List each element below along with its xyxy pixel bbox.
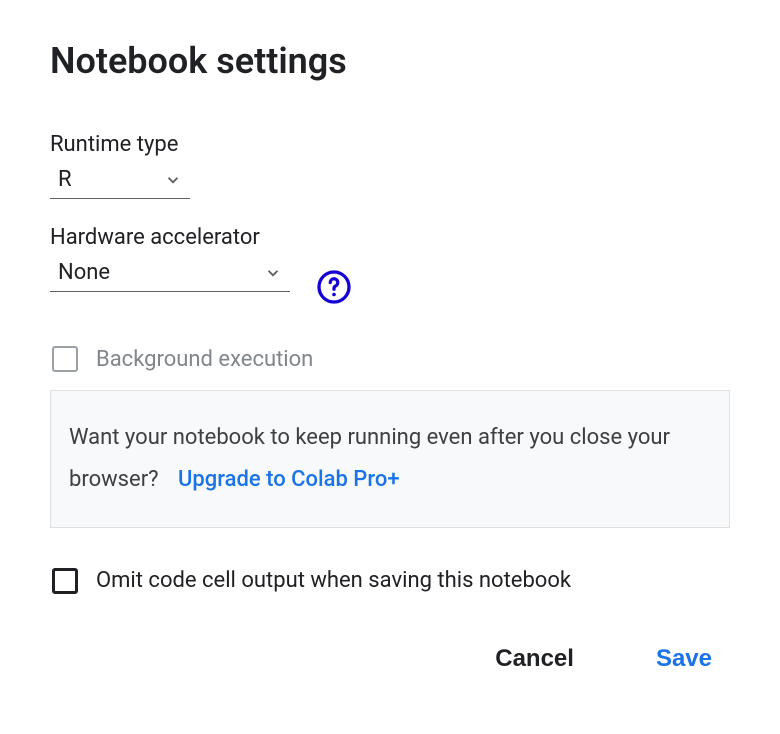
background-execution-row: Background execution <box>52 346 730 372</box>
runtime-type-label: Runtime type <box>50 132 730 157</box>
upsell-box: Want your notebook to keep running even … <box>50 390 730 528</box>
background-execution-checkbox[interactable] <box>52 346 78 372</box>
hardware-accelerator-value: None <box>58 260 110 285</box>
chevron-down-icon <box>264 264 282 282</box>
cancel-button[interactable]: Cancel <box>489 644 580 674</box>
omit-output-checkbox[interactable] <box>52 568 78 594</box>
background-execution-label: Background execution <box>96 347 313 372</box>
runtime-type-value: R <box>58 167 72 192</box>
hardware-accelerator-select[interactable]: None <box>50 256 290 292</box>
notebook-settings-dialog: Notebook settings Runtime type R Hardwar… <box>0 0 780 704</box>
runtime-type-select[interactable]: R <box>50 163 190 199</box>
upgrade-link[interactable]: Upgrade to Colab Pro+ <box>178 467 400 492</box>
save-button[interactable]: Save <box>650 644 718 674</box>
dialog-actions: Cancel Save <box>50 644 730 674</box>
chevron-down-icon <box>164 171 182 189</box>
hardware-accelerator-label: Hardware accelerator <box>50 225 730 250</box>
omit-output-label: Omit code cell output when saving this n… <box>96 568 571 593</box>
dialog-title: Notebook settings <box>50 40 730 82</box>
runtime-type-field: Runtime type R <box>50 132 730 225</box>
help-icon[interactable] <box>316 269 352 305</box>
omit-output-row: Omit code cell output when saving this n… <box>52 568 730 594</box>
hardware-accelerator-field: Hardware accelerator None <box>50 225 730 318</box>
